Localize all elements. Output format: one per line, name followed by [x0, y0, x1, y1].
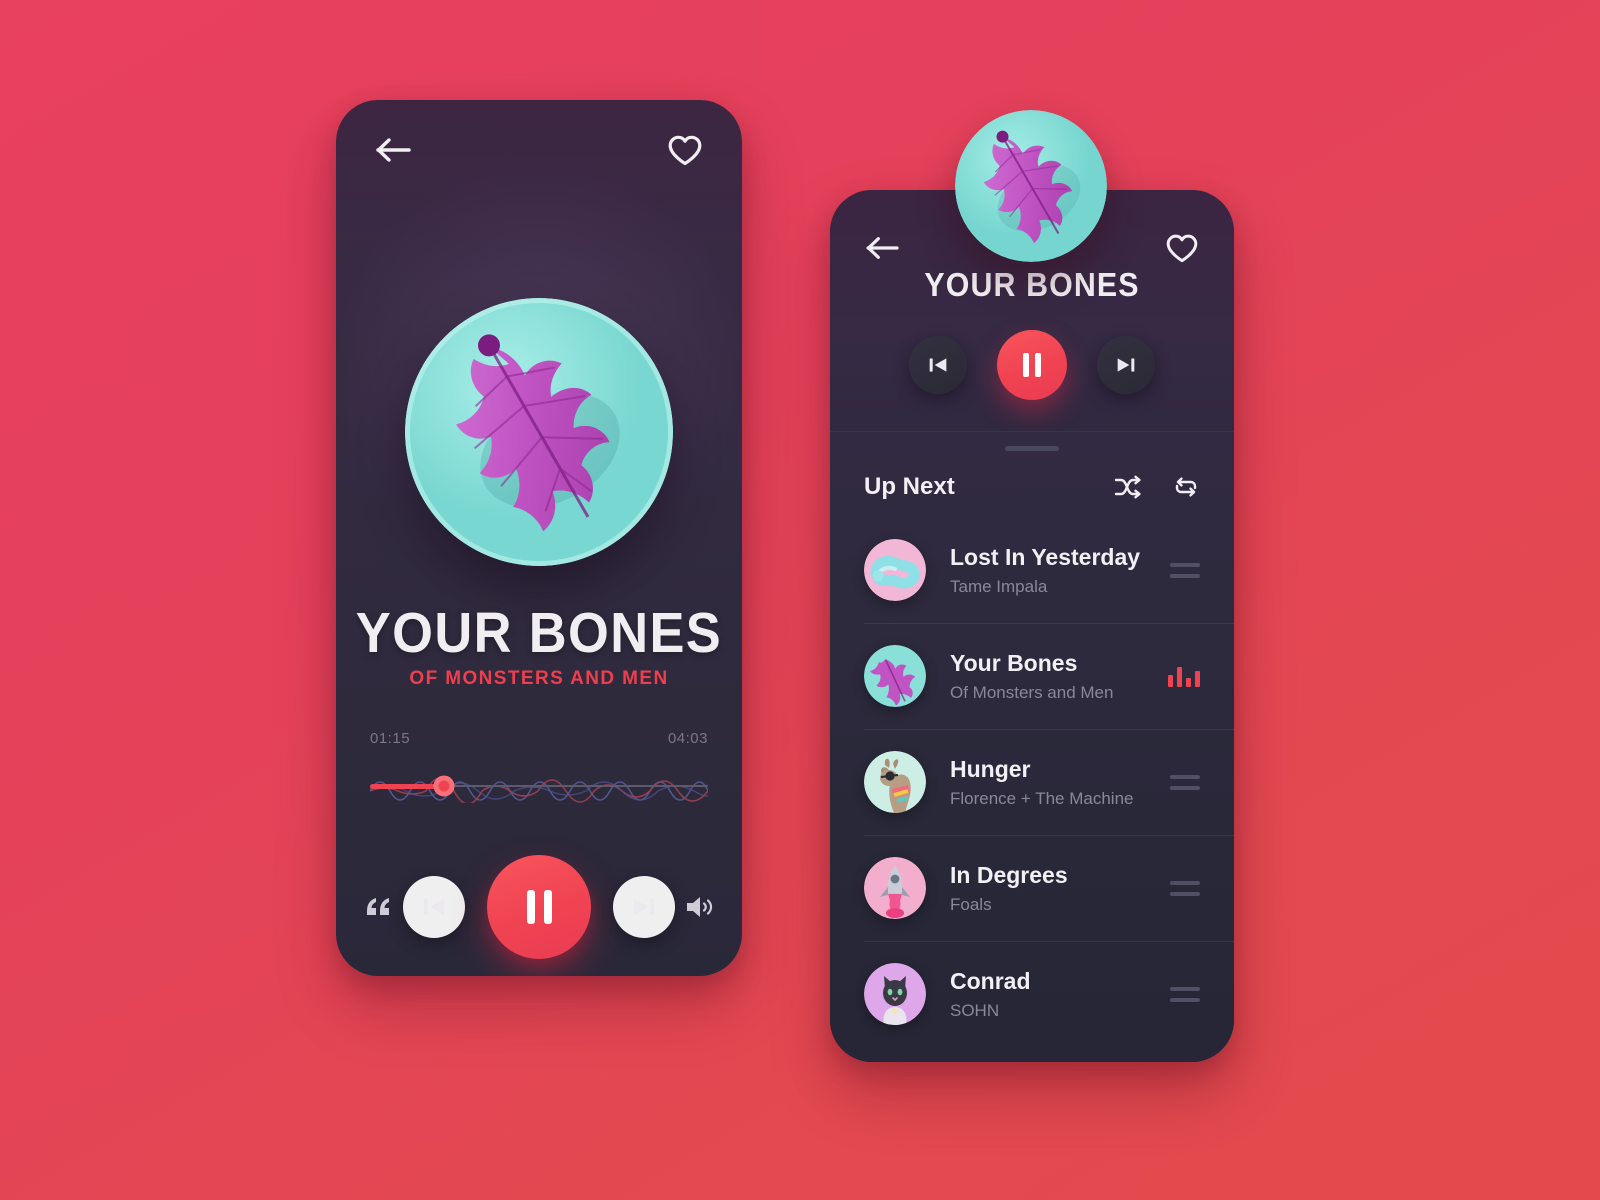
speaker-icon — [687, 897, 713, 917]
track-title: YOUR BONES — [355, 601, 723, 665]
queue-item-artist: Foals — [950, 894, 992, 914]
back-button[interactable] — [376, 135, 412, 165]
track-thumbnail-leaf — [864, 645, 926, 707]
skip-previous-icon — [929, 358, 947, 372]
queue-item[interactable]: Lost In Yesterday Tame Impala — [830, 517, 1234, 623]
progress-section: 01:15 04:03 — [370, 730, 708, 803]
pause-icon — [526, 890, 552, 924]
track-artist: OF MONSTERS AND MEN — [409, 668, 669, 689]
favorite-button[interactable] — [1166, 234, 1198, 263]
album-artwork-leaf — [955, 110, 1107, 262]
queue-title: Up Next — [864, 473, 955, 500]
queue-item-artist: SOHN — [950, 1000, 1000, 1020]
queue-item-title: Conrad — [950, 968, 1031, 995]
previous-button[interactable] — [403, 876, 465, 938]
progress-slider[interactable] — [370, 769, 708, 803]
rocket-thumbnail-art — [864, 857, 926, 919]
track-thumbnail-llama — [864, 751, 926, 813]
queue-item-artist: Of Monsters and Men — [950, 682, 1114, 702]
queue-item-title: Lost In Yesterday — [950, 544, 1141, 571]
volume-button[interactable] — [685, 894, 715, 920]
arrow-left-icon — [866, 237, 899, 259]
drag-handle-icon[interactable] — [1170, 774, 1200, 790]
pause-icon — [1023, 353, 1041, 377]
elapsed-time: 01:15 — [370, 730, 411, 747]
queue-item[interactable]: Conrad SOHN — [830, 941, 1234, 1047]
cat-thumbnail-art — [864, 963, 926, 1025]
arrow-left-icon — [376, 138, 411, 162]
skip-next-icon — [634, 899, 654, 915]
shuffle-button[interactable] — [1114, 475, 1142, 499]
next-button[interactable] — [1097, 336, 1155, 394]
queue-item-title: Your Bones — [950, 650, 1078, 677]
queue-item[interactable]: Your Bones Of Monsters and Men — [830, 623, 1234, 729]
track-thumbnail-snake — [864, 539, 926, 601]
quote-icon — [367, 898, 389, 915]
skip-next-icon — [1117, 358, 1135, 372]
drag-handle-icon[interactable] — [1170, 880, 1200, 896]
leaf-thumbnail-art — [864, 645, 926, 707]
drag-handle-icon[interactable] — [1170, 986, 1200, 1002]
back-button[interactable] — [866, 234, 900, 262]
queue-item[interactable]: Hunger Florence + The Machine — [830, 729, 1234, 835]
snake-thumbnail-art — [864, 539, 926, 601]
total-time: 04:03 — [667, 730, 708, 747]
lyrics-button[interactable] — [364, 895, 392, 919]
waveform-decoration — [370, 777, 708, 803]
progress-knob[interactable] — [433, 775, 455, 797]
queue-item-title: In Degrees — [950, 862, 1068, 889]
queue-screen: YOUR BONES Up Next Lost In Yesterday Tam… — [830, 190, 1234, 1062]
queue-item-artist: Tame Impala — [950, 576, 1048, 596]
skip-previous-icon — [424, 899, 444, 915]
favorite-button[interactable] — [668, 135, 702, 166]
queue-item-artist: Florence + The Machine — [950, 788, 1134, 808]
play-pause-button[interactable] — [487, 855, 591, 959]
queue-item-title: Hunger — [950, 756, 1031, 783]
repeat-icon — [1175, 477, 1197, 497]
drag-handle-icon[interactable] — [1170, 562, 1200, 578]
now-playing-screen: YOUR BONES OF MONSTERS AND MEN 01:15 04:… — [336, 100, 742, 976]
track-thumbnail-cat — [864, 963, 926, 1025]
heart-icon — [1166, 234, 1198, 262]
floating-album-art — [955, 110, 1107, 262]
queue-panel: Up Next Lost In Yesterday Tame Impala Yo… — [830, 432, 1234, 1062]
previous-button[interactable] — [909, 336, 967, 394]
queue-item[interactable]: In Degrees Foals — [830, 835, 1234, 941]
album-art — [405, 298, 673, 566]
player-controls — [336, 855, 742, 959]
track-thumbnail-rocket — [864, 857, 926, 919]
next-button[interactable] — [613, 876, 675, 938]
repeat-button[interactable] — [1172, 475, 1200, 499]
heart-icon — [668, 135, 702, 165]
player-topbar — [336, 100, 742, 200]
llama-thumbnail-art — [864, 751, 926, 813]
shuffle-icon — [1114, 475, 1141, 499]
queue-header: Up Next — [830, 451, 1234, 517]
mini-player-controls — [830, 330, 1234, 400]
play-pause-button[interactable] — [997, 330, 1067, 400]
equalizer-icon — [1168, 665, 1200, 687]
